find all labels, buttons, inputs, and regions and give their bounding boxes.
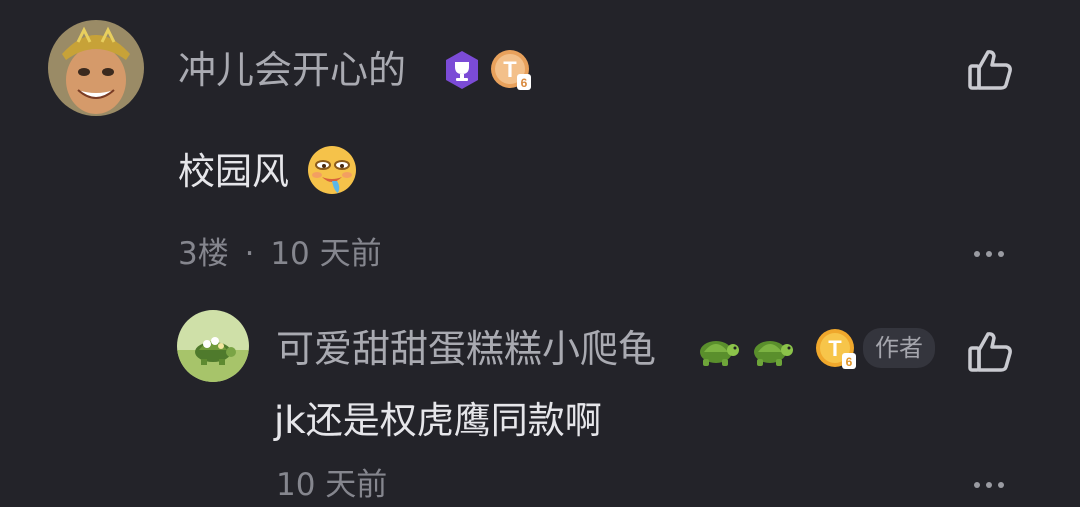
comment-meta: 3楼 · 10 天前 [178,236,382,272]
more-options-icon[interactable] [974,251,1004,257]
like-icon[interactable] [966,46,1014,94]
svg-text:6: 6 [521,76,528,90]
reply-text: jk还是权虎鹰同款啊 [274,399,602,442]
svg-text:T: T [828,336,842,361]
turtle-emoji-icon [694,330,740,372]
commenter-avatar[interactable] [48,20,144,116]
comment-text: 校园风 [178,150,289,194]
trophy-badge-icon [441,49,483,91]
drooling-face-emoji-icon [305,143,359,197]
level-badge-icon: T 6 [814,327,858,371]
more-options-icon[interactable] [974,482,1004,488]
commenter-username[interactable]: 冲儿会开心的 [178,48,406,92]
level-badge-icon: T 6 [489,48,533,92]
svg-text:6: 6 [846,355,853,369]
reply-time: 10 天前 [276,467,388,503]
turtle-emoji-icon [748,330,794,372]
replier-avatar[interactable] [177,310,249,382]
meta-separator: · [244,236,255,272]
comment-thread: 冲儿会开心的 T 6 校园风 3楼 · 10 天前 可爱甜甜蛋糕糕小爬龟 T 6… [0,0,1080,507]
svg-text:T: T [503,57,517,82]
replier-username[interactable]: 可爱甜甜蛋糕糕小爬龟 [276,327,656,371]
like-icon[interactable] [966,328,1014,376]
replier-username-text: 可爱甜甜蛋糕糕小爬龟 [276,327,657,371]
comment-body: 校园风 [178,150,289,193]
floor-number: 3楼 [178,236,229,272]
author-tag: 作者 [863,328,935,368]
comment-time: 10 天前 [270,236,382,272]
